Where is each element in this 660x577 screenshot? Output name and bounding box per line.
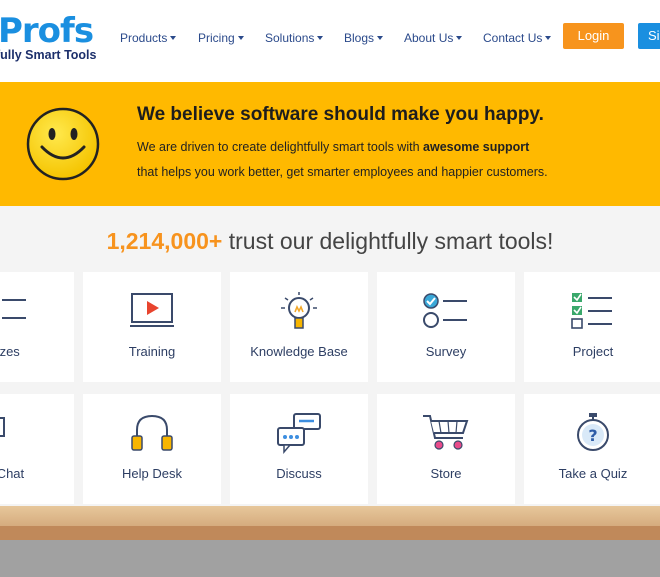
svg-text:?: ? bbox=[588, 426, 597, 445]
nav-about-us-label: About Us bbox=[404, 31, 454, 45]
nav-about-us[interactable]: About Us bbox=[404, 31, 463, 45]
signup-button[interactable]: Sig bbox=[638, 23, 660, 49]
product-label: izzes bbox=[0, 344, 20, 359]
product-card-training[interactable]: Training bbox=[83, 272, 221, 382]
product-card-help-desk[interactable]: Help Desk bbox=[83, 394, 221, 504]
nav-products-label: Products bbox=[120, 31, 168, 45]
banner-title: We believe software should make you happ… bbox=[137, 104, 544, 125]
nav-pricing[interactable]: Pricing bbox=[198, 31, 244, 45]
banner-line-1-emphasis: awesome support bbox=[423, 140, 530, 154]
login-button[interactable]: Login bbox=[563, 23, 624, 49]
product-card-survey[interactable]: Survey bbox=[377, 272, 515, 382]
hero-banner: We believe software should make you happ… bbox=[0, 82, 660, 206]
chat-window-icon bbox=[0, 417, 5, 437]
shopping-cart-icon bbox=[423, 415, 469, 450]
nav-blogs[interactable]: Blogs bbox=[344, 31, 384, 45]
chevron-down-icon bbox=[237, 36, 244, 40]
banner-line-1: We are driven to create delightfully sma… bbox=[137, 140, 529, 154]
floor-band bbox=[0, 540, 660, 577]
chevron-down-icon bbox=[456, 36, 463, 40]
video-play-icon bbox=[130, 293, 174, 327]
product-card-take-a-quiz[interactable]: ? Take a Quiz bbox=[524, 394, 660, 504]
trust-heading: 1,214,000+ trust our delightfully smart … bbox=[0, 228, 660, 255]
product-label: Discuss bbox=[276, 466, 322, 481]
lightbulb-icon bbox=[281, 292, 317, 329]
nav-products[interactable]: Products bbox=[120, 31, 177, 45]
survey-check-icon bbox=[423, 293, 467, 328]
user-count: 1,214,000+ bbox=[106, 228, 223, 254]
site-header: Profs fully Smart Tools Products Pricing… bbox=[0, 0, 660, 82]
product-label: Help Desk bbox=[122, 466, 182, 481]
discussion-bubbles-icon bbox=[277, 413, 321, 454]
nav-pricing-label: Pricing bbox=[198, 31, 235, 45]
banner-line-1-text: We are driven to create delightfully sma… bbox=[137, 140, 424, 154]
headphones-icon bbox=[131, 414, 173, 451]
trust-text: trust our delightfully smart tools! bbox=[222, 228, 554, 254]
product-label: Survey bbox=[425, 344, 467, 359]
page: Profs fully Smart Tools Products Pricing… bbox=[0, 0, 660, 577]
chevron-down-icon bbox=[317, 36, 324, 40]
chevron-down-icon bbox=[170, 36, 177, 40]
banner-line-2: that helps you work better, get smarter … bbox=[137, 165, 548, 179]
product-card-quizzes[interactable]: izzes bbox=[0, 272, 74, 382]
product-card-knowledge-base[interactable]: Knowledge Base bbox=[230, 272, 368, 382]
nav-solutions[interactable]: Solutions bbox=[265, 31, 324, 45]
product-label: Training bbox=[128, 344, 176, 359]
nav-contact-us[interactable]: Contact Us bbox=[483, 31, 552, 45]
product-label: Knowledge Base bbox=[250, 344, 348, 359]
quiz-list-icon bbox=[2, 299, 26, 319]
logo-wordmark: Profs bbox=[0, 11, 94, 51]
product-card-store[interactable]: Store bbox=[377, 394, 515, 504]
shelf-edge bbox=[0, 526, 660, 540]
chevron-down-icon bbox=[545, 36, 552, 40]
product-label: e Chat bbox=[0, 466, 25, 481]
product-label: Store bbox=[430, 466, 462, 481]
chevron-down-icon bbox=[377, 36, 384, 40]
checklist-icon bbox=[571, 293, 612, 329]
logo-tagline: fully Smart Tools bbox=[0, 48, 97, 62]
nav-solutions-label: Solutions bbox=[265, 31, 315, 45]
smiley-face-icon bbox=[26, 107, 100, 181]
nav-blogs-label: Blogs bbox=[344, 31, 375, 45]
products-section: 1,214,000+ trust our delightfully smart … bbox=[0, 206, 660, 577]
product-card-project[interactable]: Project bbox=[524, 272, 660, 382]
product-card-discuss[interactable]: Discuss bbox=[230, 394, 368, 504]
stopwatch-question-icon: ? bbox=[577, 413, 609, 451]
nav-contact-us-label: Contact Us bbox=[483, 31, 543, 45]
product-label: Project bbox=[572, 344, 614, 359]
product-label: Take a Quiz bbox=[558, 466, 628, 481]
product-card-live-chat[interactable]: e Chat bbox=[0, 394, 74, 504]
